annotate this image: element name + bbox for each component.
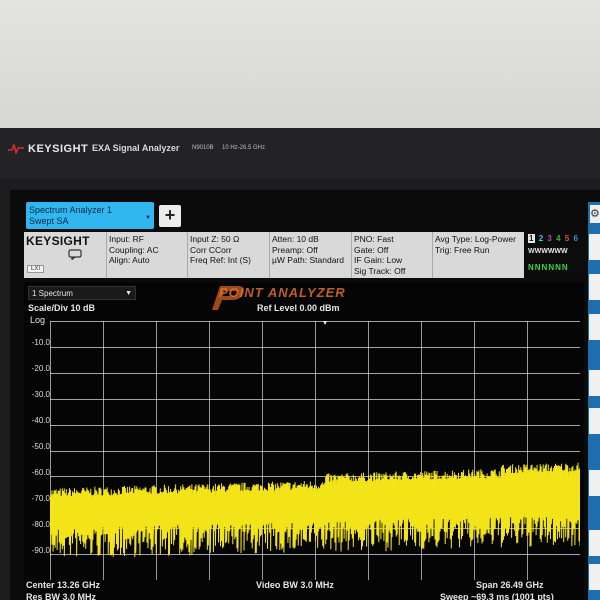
sweep-time[interactable]: Sweep ~69.3 ms (1001 pts) (440, 592, 554, 600)
chevron-down-icon: ▼ (125, 290, 132, 297)
softkey[interactable] (589, 564, 600, 590)
uw-path-setting: µW Path: Standard (272, 255, 344, 265)
info-brand: KEYSIGHT (26, 234, 90, 248)
reference-marker-icon (323, 321, 327, 325)
input-settings[interactable]: Input: RF Coupling: AC Align: Auto (109, 234, 159, 266)
impedance-settings[interactable]: Input Z: 50 Ω Corr CCorr Freq Ref: Int (… (190, 234, 251, 266)
softkey[interactable] (589, 470, 600, 496)
info-divider (187, 232, 188, 278)
sig-track-setting: Sig Track: Off (354, 265, 406, 276)
keysight-wave-icon (8, 144, 24, 154)
trace-number: 5 (564, 234, 571, 243)
trace-types: WWWWWW (528, 248, 568, 255)
corr-setting: Corr CCorr (190, 244, 232, 255)
message-icon[interactable] (68, 249, 82, 260)
lxi-badge: LXI (27, 265, 45, 273)
info-divider (106, 232, 107, 278)
span[interactable]: Span 26.49 GHz (476, 580, 544, 590)
y-tick-label: -50.0 (31, 442, 50, 451)
settings-info-bar: KEYSIGHT LXI Input: RF Coupling: AC Alig… (24, 232, 524, 278)
gear-icon[interactable]: ⚙ (590, 205, 600, 223)
preamp-setting: Preamp: Off (272, 244, 318, 255)
trigger-setting: Trig: Free Run (435, 244, 490, 255)
pno-setting: PNO: Fast (354, 234, 394, 244)
center-frequency[interactable]: Center 13.26 GHz (26, 580, 100, 590)
if-gain-setting: IF Gain: Low (354, 255, 403, 265)
trace-indicator[interactable]: 1 2 3 4 5 6 WWWWWW NNNNNN (526, 232, 588, 278)
chevron-down-icon: ▼ (145, 215, 151, 221)
tab-line-2: Swept SA (29, 216, 69, 226)
y-tick-label: -90.0 (31, 546, 50, 555)
trace-number: 6 (573, 234, 579, 243)
trace-number: 3 (547, 234, 553, 243)
info-divider (269, 232, 270, 278)
trace-numbers: 1 2 3 4 5 6 (528, 234, 579, 243)
instrument-title: EXA Signal Analyzer (92, 143, 180, 153)
atten-setting: Atten: 10 dB (272, 234, 319, 244)
softkey[interactable] (589, 274, 600, 300)
y-tick-label: -40.0 (31, 416, 50, 425)
instrument-model: N9010B (192, 145, 214, 151)
keysight-logo: KEYSIGHT (8, 143, 88, 155)
y-tick-label: -30.0 (31, 390, 50, 399)
softkey[interactable] (589, 530, 600, 556)
avg-type-setting: Avg Type: Log-Power (435, 234, 516, 244)
analyzer-screen: Spectrum Analyzer 1 Swept SA ▼ + KEYSIGH… (10, 190, 600, 600)
window-select-label: 1 Spectrum (32, 289, 73, 298)
reference-level: Ref Level 0.00 dBm (257, 303, 340, 313)
info-divider (351, 232, 352, 278)
background-wall (0, 0, 600, 135)
align-setting: Align: Auto (109, 255, 150, 265)
attenuation-settings[interactable]: Atten: 10 dB Preamp: Off µW Path: Standa… (272, 234, 344, 266)
trigger-settings[interactable]: Avg Type: Log-Power Trig: Free Run (435, 234, 516, 255)
info-divider (432, 232, 433, 278)
watermark-text: POINT ANALYZER (219, 285, 346, 300)
gate-setting: Gate: Off (354, 244, 389, 255)
softkey[interactable] (589, 370, 600, 396)
spectrum-graticule (50, 321, 580, 580)
y-tick-label: -60.0 (31, 468, 50, 477)
resolution-bandwidth[interactable]: Res BW 3.0 MHz (26, 592, 96, 600)
softkey[interactable] (589, 314, 600, 340)
y-tick-label: -10.0 (31, 338, 50, 347)
freq-ref-setting: Freq Ref: Int (S) (190, 255, 251, 265)
trace-number: 1 (528, 234, 536, 243)
trace-detectors: NNNNNN (528, 263, 569, 272)
y-tick-label: -70.0 (31, 494, 50, 503)
video-bandwidth[interactable]: Video BW 3.0 MHz (256, 580, 334, 590)
trace-number: 2 (538, 234, 545, 243)
y-tick-label: -20.0 (31, 364, 50, 373)
tab-spectrum-analyzer[interactable]: Spectrum Analyzer 1 Swept SA ▼ (26, 202, 154, 229)
log-scale-label: Log (30, 315, 46, 325)
softkey[interactable] (589, 234, 600, 260)
y-tick-label: -80.0 (31, 520, 50, 529)
instrument-range: 10 Hz-26.5 GHz (222, 145, 266, 151)
softkey[interactable] (589, 408, 600, 434)
coupling-setting: Coupling: AC (109, 244, 159, 255)
sweep-settings[interactable]: PNO: Fast Gate: Off IF Gain: Low Sig Tra… (354, 234, 405, 276)
trace-number: 4 (556, 234, 562, 243)
input-z-setting: Input Z: 50 Ω (190, 234, 240, 244)
brand-name: KEYSIGHT (28, 143, 89, 155)
window-select[interactable]: 1 Spectrum ▼ (28, 286, 136, 300)
spectrum-plot[interactable]: POINT ANALYZER 1 Spectrum ▼ Scale/Div 10… (24, 282, 584, 600)
scale-per-div: Scale/Div 10 dB (28, 303, 96, 313)
instrument-header (0, 128, 600, 178)
input-setting: Input: RF (109, 234, 144, 244)
add-screen-button[interactable]: + (159, 205, 181, 227)
tab-line-1: Spectrum Analyzer 1 (29, 205, 113, 215)
